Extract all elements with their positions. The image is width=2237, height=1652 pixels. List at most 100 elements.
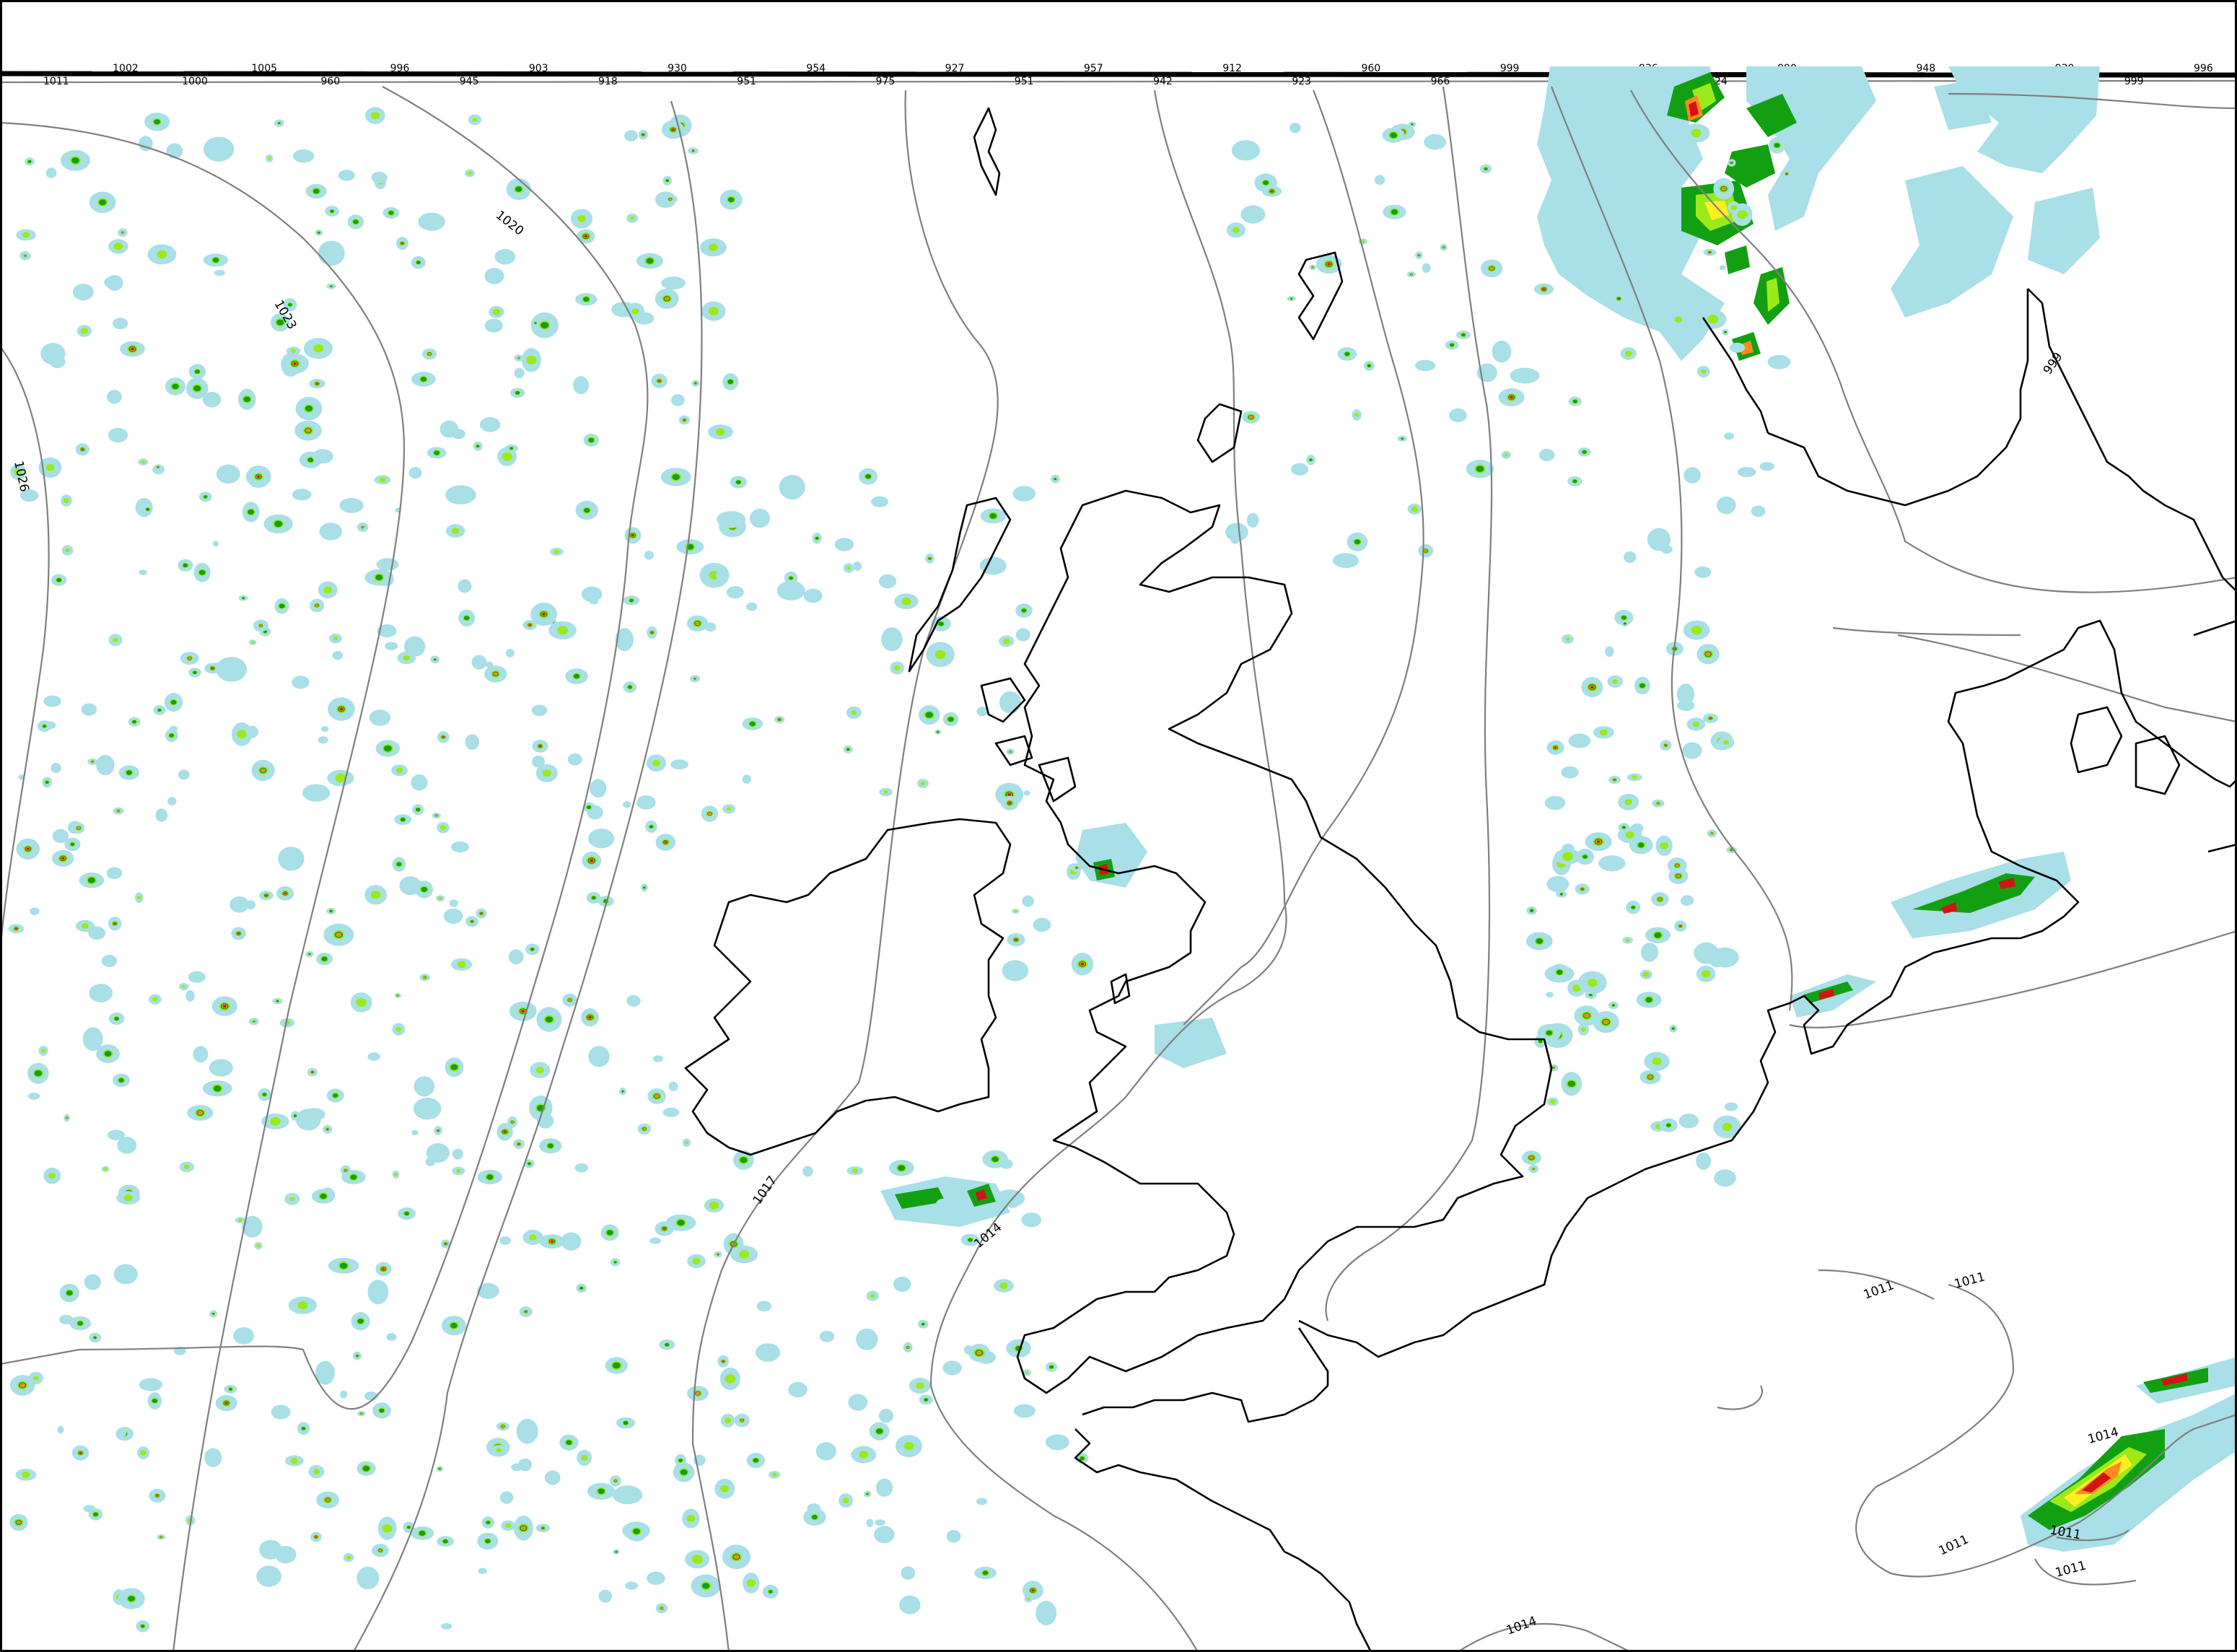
shower-cell-core (502, 1425, 504, 1428)
shower-cell-core (212, 257, 219, 263)
shower-cell-core (45, 464, 55, 471)
shower-cell (465, 734, 479, 750)
shower-cell-core (188, 657, 192, 660)
shower-cell (45, 167, 57, 178)
shower-cell-core (1008, 802, 1011, 804)
shower-cell-core (566, 1440, 572, 1445)
shower-cell-core (528, 624, 531, 626)
shower-cell (216, 657, 248, 682)
shower-cell-core (103, 1167, 108, 1171)
shower-cell-core (350, 1174, 357, 1180)
shower-cell-core (583, 297, 590, 302)
shower-cell (1710, 947, 1739, 968)
shower-cell-core (468, 171, 473, 175)
shower-cell (875, 1519, 886, 1526)
shower-cell-core (1443, 246, 1445, 248)
shower-cell (451, 841, 469, 853)
shower-cell-core (671, 128, 675, 131)
shower-cell-core (1567, 1080, 1576, 1087)
shower-cell-core (1691, 128, 1702, 138)
shower-cell (51, 762, 61, 774)
shower-cell (652, 1055, 664, 1062)
shower-cell-core (1232, 227, 1240, 233)
shower-cell-core (34, 1070, 43, 1077)
shower-cell (319, 523, 343, 541)
shower-cell-core (929, 558, 931, 559)
shower-cell-core (584, 235, 588, 238)
shower-cell-core (1786, 173, 1787, 175)
shower-cell-core (471, 920, 473, 922)
shower-cell-core (312, 1071, 313, 1073)
shower-cell-core (1590, 686, 1594, 689)
shower-cell-core (1710, 717, 1712, 720)
shower-cell-core (1572, 399, 1577, 403)
shower-cell-core (991, 1156, 999, 1163)
shower-cell-core (356, 997, 367, 1007)
shower-cell-core (651, 631, 653, 634)
shower-cell (746, 602, 758, 611)
shower-cell (878, 574, 897, 589)
shower-cell (214, 269, 225, 276)
shower-cell-core (1723, 740, 1730, 745)
shower-cell (819, 1330, 835, 1342)
shower-cell-core (1542, 288, 1546, 291)
shower-cell-core (937, 730, 940, 733)
shower-cell-core (1652, 1057, 1662, 1065)
shower-cell-core (526, 355, 537, 364)
shower-cell-core (77, 1321, 83, 1326)
shower-cell (852, 561, 862, 571)
shower-cell (203, 136, 235, 162)
shower-cell-core (1007, 793, 1012, 796)
shower-cell-core (61, 857, 65, 860)
shower-cell (411, 774, 428, 791)
shower-cell-core (542, 769, 551, 777)
shower-cell-core (660, 1607, 663, 1609)
shower-cell-core (1552, 1067, 1555, 1069)
shower-cell (1614, 217, 1645, 239)
shower-cell-core (250, 640, 255, 644)
shower-cell-core (1621, 826, 1626, 829)
shower-cell (312, 449, 333, 464)
shower-cell (1225, 523, 1248, 541)
shower-cell-core (646, 258, 654, 264)
shower-cell (96, 755, 115, 776)
shower-cell (1630, 823, 1644, 834)
top-edge-label: 966 (1431, 76, 1450, 87)
shower-cell-core (1248, 415, 1253, 419)
shower-cell-core (79, 1452, 82, 1454)
shower-cell (1374, 175, 1385, 185)
shower-cell (815, 1442, 836, 1461)
shower-cell-core (93, 1512, 99, 1517)
shower-cell (292, 489, 312, 501)
shower-cell-core (1581, 888, 1583, 890)
shower-cell-core (437, 1129, 439, 1132)
shower-cell (1696, 1152, 1712, 1170)
shower-cell-core (485, 1539, 491, 1544)
shower-cell-core (588, 1015, 592, 1019)
shower-cell (188, 971, 206, 983)
shower-cell (671, 394, 685, 406)
shower-cell-core (132, 720, 136, 724)
shower-cell (320, 726, 329, 732)
shower-cell (369, 709, 391, 726)
shower-cell-core (1546, 1030, 1553, 1036)
shower-cell (590, 779, 607, 798)
shower-cell (505, 649, 515, 657)
shower-cell-core (123, 1194, 133, 1202)
shower-cell-core (740, 1157, 748, 1163)
shower-cell-core (382, 1267, 385, 1270)
shower-cell-core (846, 748, 850, 751)
shower-cell-core (1582, 450, 1587, 454)
shower-cell (625, 1581, 639, 1590)
shower-cell-core (1461, 333, 1466, 337)
shower-cell-core (530, 948, 535, 951)
shower-cell-core (1076, 867, 1077, 869)
shower-cell (598, 1589, 613, 1603)
shower-cell-core (416, 808, 421, 812)
shower-cell-core (652, 759, 660, 766)
top-edge-label: 1005 (251, 63, 277, 74)
shower-cell-core (114, 1017, 119, 1021)
shower-cell-core (587, 805, 592, 809)
shower-cell-core (708, 307, 719, 315)
shower-cell-core (66, 1117, 68, 1119)
